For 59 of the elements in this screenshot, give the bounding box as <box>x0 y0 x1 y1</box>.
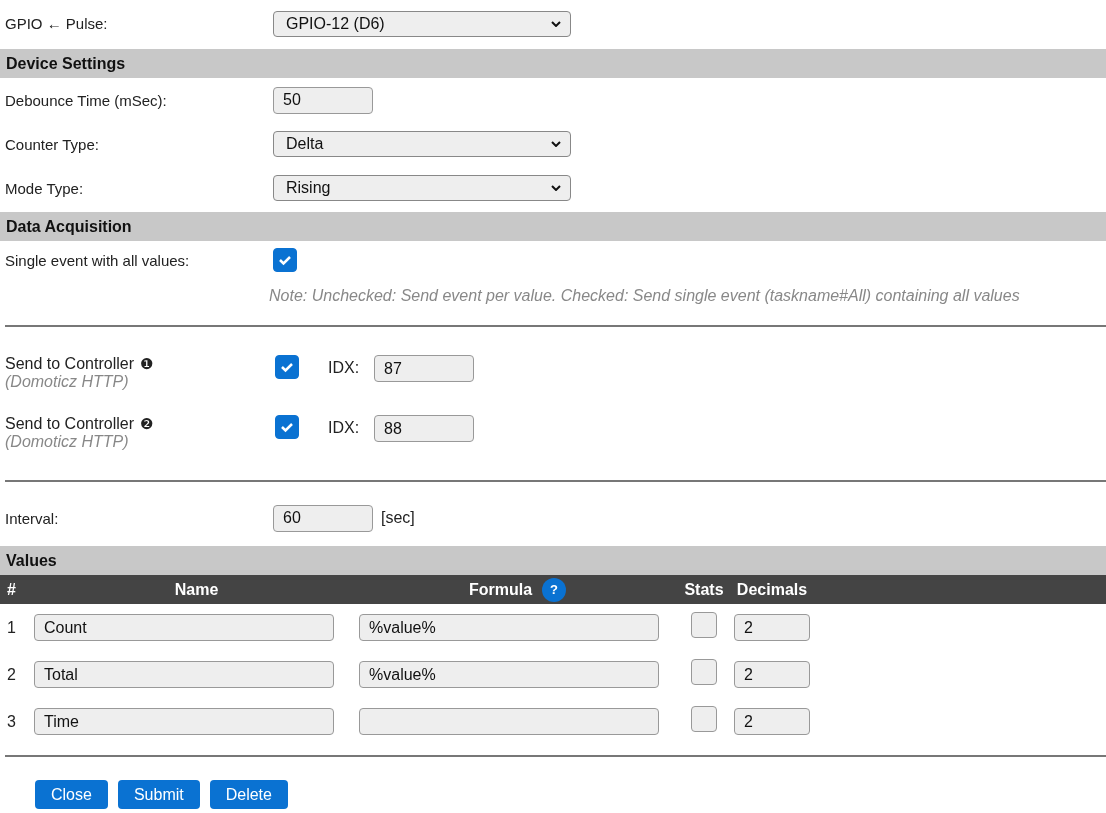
chevron-down-icon <box>551 141 561 147</box>
field-label: Single event with all values: <box>5 251 191 269</box>
section-header: Values <box>0 546 1106 575</box>
column-header: Decimals <box>735 580 809 599</box>
action-button[interactable]: Submit <box>117 780 200 809</box>
help-icon[interactable]: ? <box>542 577 567 602</box>
dropdown[interactable]: Delta <box>273 131 571 157</box>
row-number: 1 <box>6 618 17 637</box>
action-button[interactable]: Delete <box>209 780 288 809</box>
dropdown[interactable]: GPIO-12 (D6) <box>273 10 571 37</box>
note-text: Note: Unchecked: Send event per value. Checked: Send single event (taskname#All) containing all values <box>268 286 1021 306</box>
controller-name: (Domoticz HTTP) <box>5 433 130 451</box>
interval-field[interactable]: 60 <box>273 504 373 532</box>
checkmark-icon <box>280 360 294 374</box>
decimals-field[interactable]: 2 <box>734 661 810 688</box>
formula-field[interactable]: %value% <box>359 614 659 641</box>
dropdown[interactable]: Rising <box>273 175 571 201</box>
input-field[interactable]: 50 <box>273 86 373 114</box>
field-label: Send to Controller <box>5 415 134 433</box>
row-number: 2 <box>6 665 17 684</box>
column-header: Formula <box>468 580 533 599</box>
checkmark-icon <box>280 420 294 434</box>
column-header: Stats <box>683 580 725 599</box>
checkmark-icon <box>278 253 292 267</box>
name-field[interactable]: Count <box>34 614 334 641</box>
section-header: Data Acquisition <box>0 212 1106 241</box>
idx-label: IDX: <box>328 419 361 437</box>
column-header: Name <box>173 580 220 599</box>
action-button[interactable]: Close <box>35 780 108 809</box>
field-label: Interval: <box>5 509 60 527</box>
column-header: # <box>6 580 17 599</box>
controller-number: ❷ <box>139 415 153 433</box>
field-label: Debounce Time (mSec): <box>5 91 168 109</box>
field-label: Send to Controller <box>5 355 134 373</box>
chevron-down-icon <box>551 185 561 191</box>
formula-field[interactable]: %value% <box>359 661 659 688</box>
formula-field[interactable] <box>359 708 659 735</box>
controller-number: ❶ <box>139 355 153 373</box>
decimals-field[interactable]: 2 <box>734 614 810 641</box>
stats-checkbox[interactable] <box>691 658 717 685</box>
row-number: 3 <box>6 712 17 731</box>
idx-field[interactable]: 88 <box>374 415 474 442</box>
idx-label: IDX: <box>328 359 361 377</box>
section-header: Device Settings <box>0 49 1106 78</box>
field-label: Mode Type: <box>5 179 85 197</box>
controller-name: (Domoticz HTTP) <box>5 373 130 391</box>
name-field[interactable]: Total <box>34 661 334 688</box>
checkbox[interactable] <box>273 248 297 272</box>
field-label: Counter Type: <box>5 135 100 153</box>
chevron-down-icon <box>551 20 561 27</box>
checkbox[interactable] <box>275 355 299 379</box>
name-field[interactable]: Time <box>34 708 334 735</box>
checkbox[interactable] <box>275 415 299 439</box>
field-label: GPIO ← Pulse: <box>5 15 109 32</box>
idx-field[interactable]: 87 <box>374 355 474 382</box>
stats-checkbox[interactable] <box>691 705 717 732</box>
stats-checkbox[interactable] <box>691 611 717 638</box>
unit-label: [sec] <box>381 509 415 527</box>
decimals-field[interactable]: 2 <box>734 708 810 735</box>
